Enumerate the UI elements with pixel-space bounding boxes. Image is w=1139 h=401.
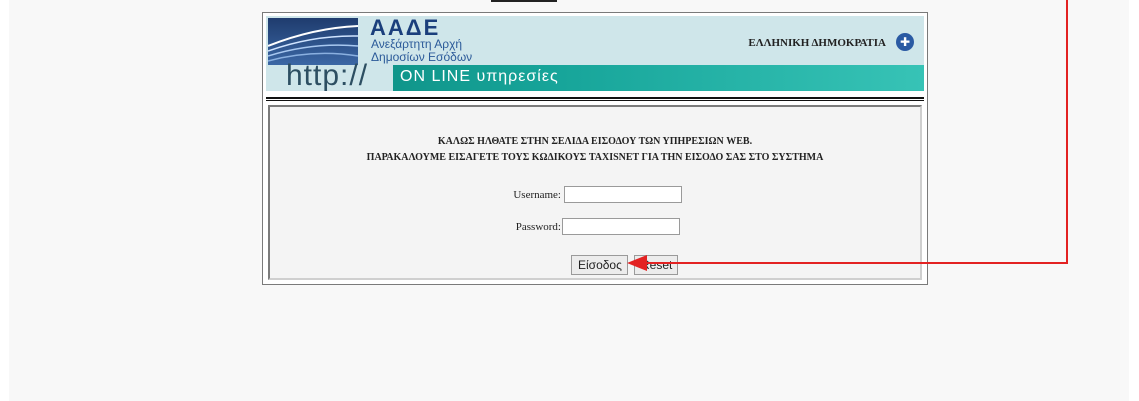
agency-name-line2: Δημοσίων Εσόδων (371, 50, 473, 64)
annotation-line-vertical (1066, 0, 1068, 264)
welcome-line-1: ΚΑΛΩΣ ΗΛΘΑΤΕ ΣΤΗΝ ΣΕΛΙΔΑ ΕΙΣΟΔΟΥ ΤΩΝ ΥΠΗ… (437, 136, 753, 147)
login-panel: ΚΑΛΩΣ ΗΛΘΑΤΕ ΣΤΗΝ ΣΕΛΙΔΑ ΕΙΣΟΔΟΥ ΤΩΝ ΥΠΗ… (268, 105, 922, 280)
password-label: Password: (515, 221, 561, 233)
agency-name-line1: Ανεξάρτητη Αρχή (371, 37, 463, 51)
divider-thick (266, 97, 924, 99)
top-link-underline (491, 0, 557, 2)
http-text: http:// (286, 59, 369, 92)
red-arrow-icon (627, 255, 647, 271)
welcome-line-2: ΠΑΡΑΚΑΛΟΥΜΕ ΕΙΣΑΓΕΤΕ ΤΟΥΣ ΚΩΔΙΚΟΥΣ TAXIS… (366, 152, 824, 163)
greek-emblem-icon: ✚ (896, 33, 914, 51)
online-services-text: ON LINE υπηρεσίες (400, 68, 559, 85)
password-input[interactable] (562, 218, 680, 235)
username-input[interactable] (564, 186, 682, 203)
online-services-ribbon: http:// ON LINE υπηρεσίες (266, 59, 924, 92)
login-frame: ΑΑΔΕ Ανεξάρτητη Αρχή Δημοσίων Εσόδων ΕΛΛ… (262, 12, 928, 285)
login-button[interactable]: Είσοδος (571, 255, 628, 275)
annotation-line-horizontal (645, 262, 1068, 264)
username-label: Username: (513, 189, 561, 201)
country-name: ΕΛΛΗΝΙΚΗ ΔΗΜΟΚΡΑΤΙΑ (748, 37, 886, 49)
divider-thin (266, 100, 924, 101)
http-ribbon-segment: http:// (266, 59, 393, 92)
